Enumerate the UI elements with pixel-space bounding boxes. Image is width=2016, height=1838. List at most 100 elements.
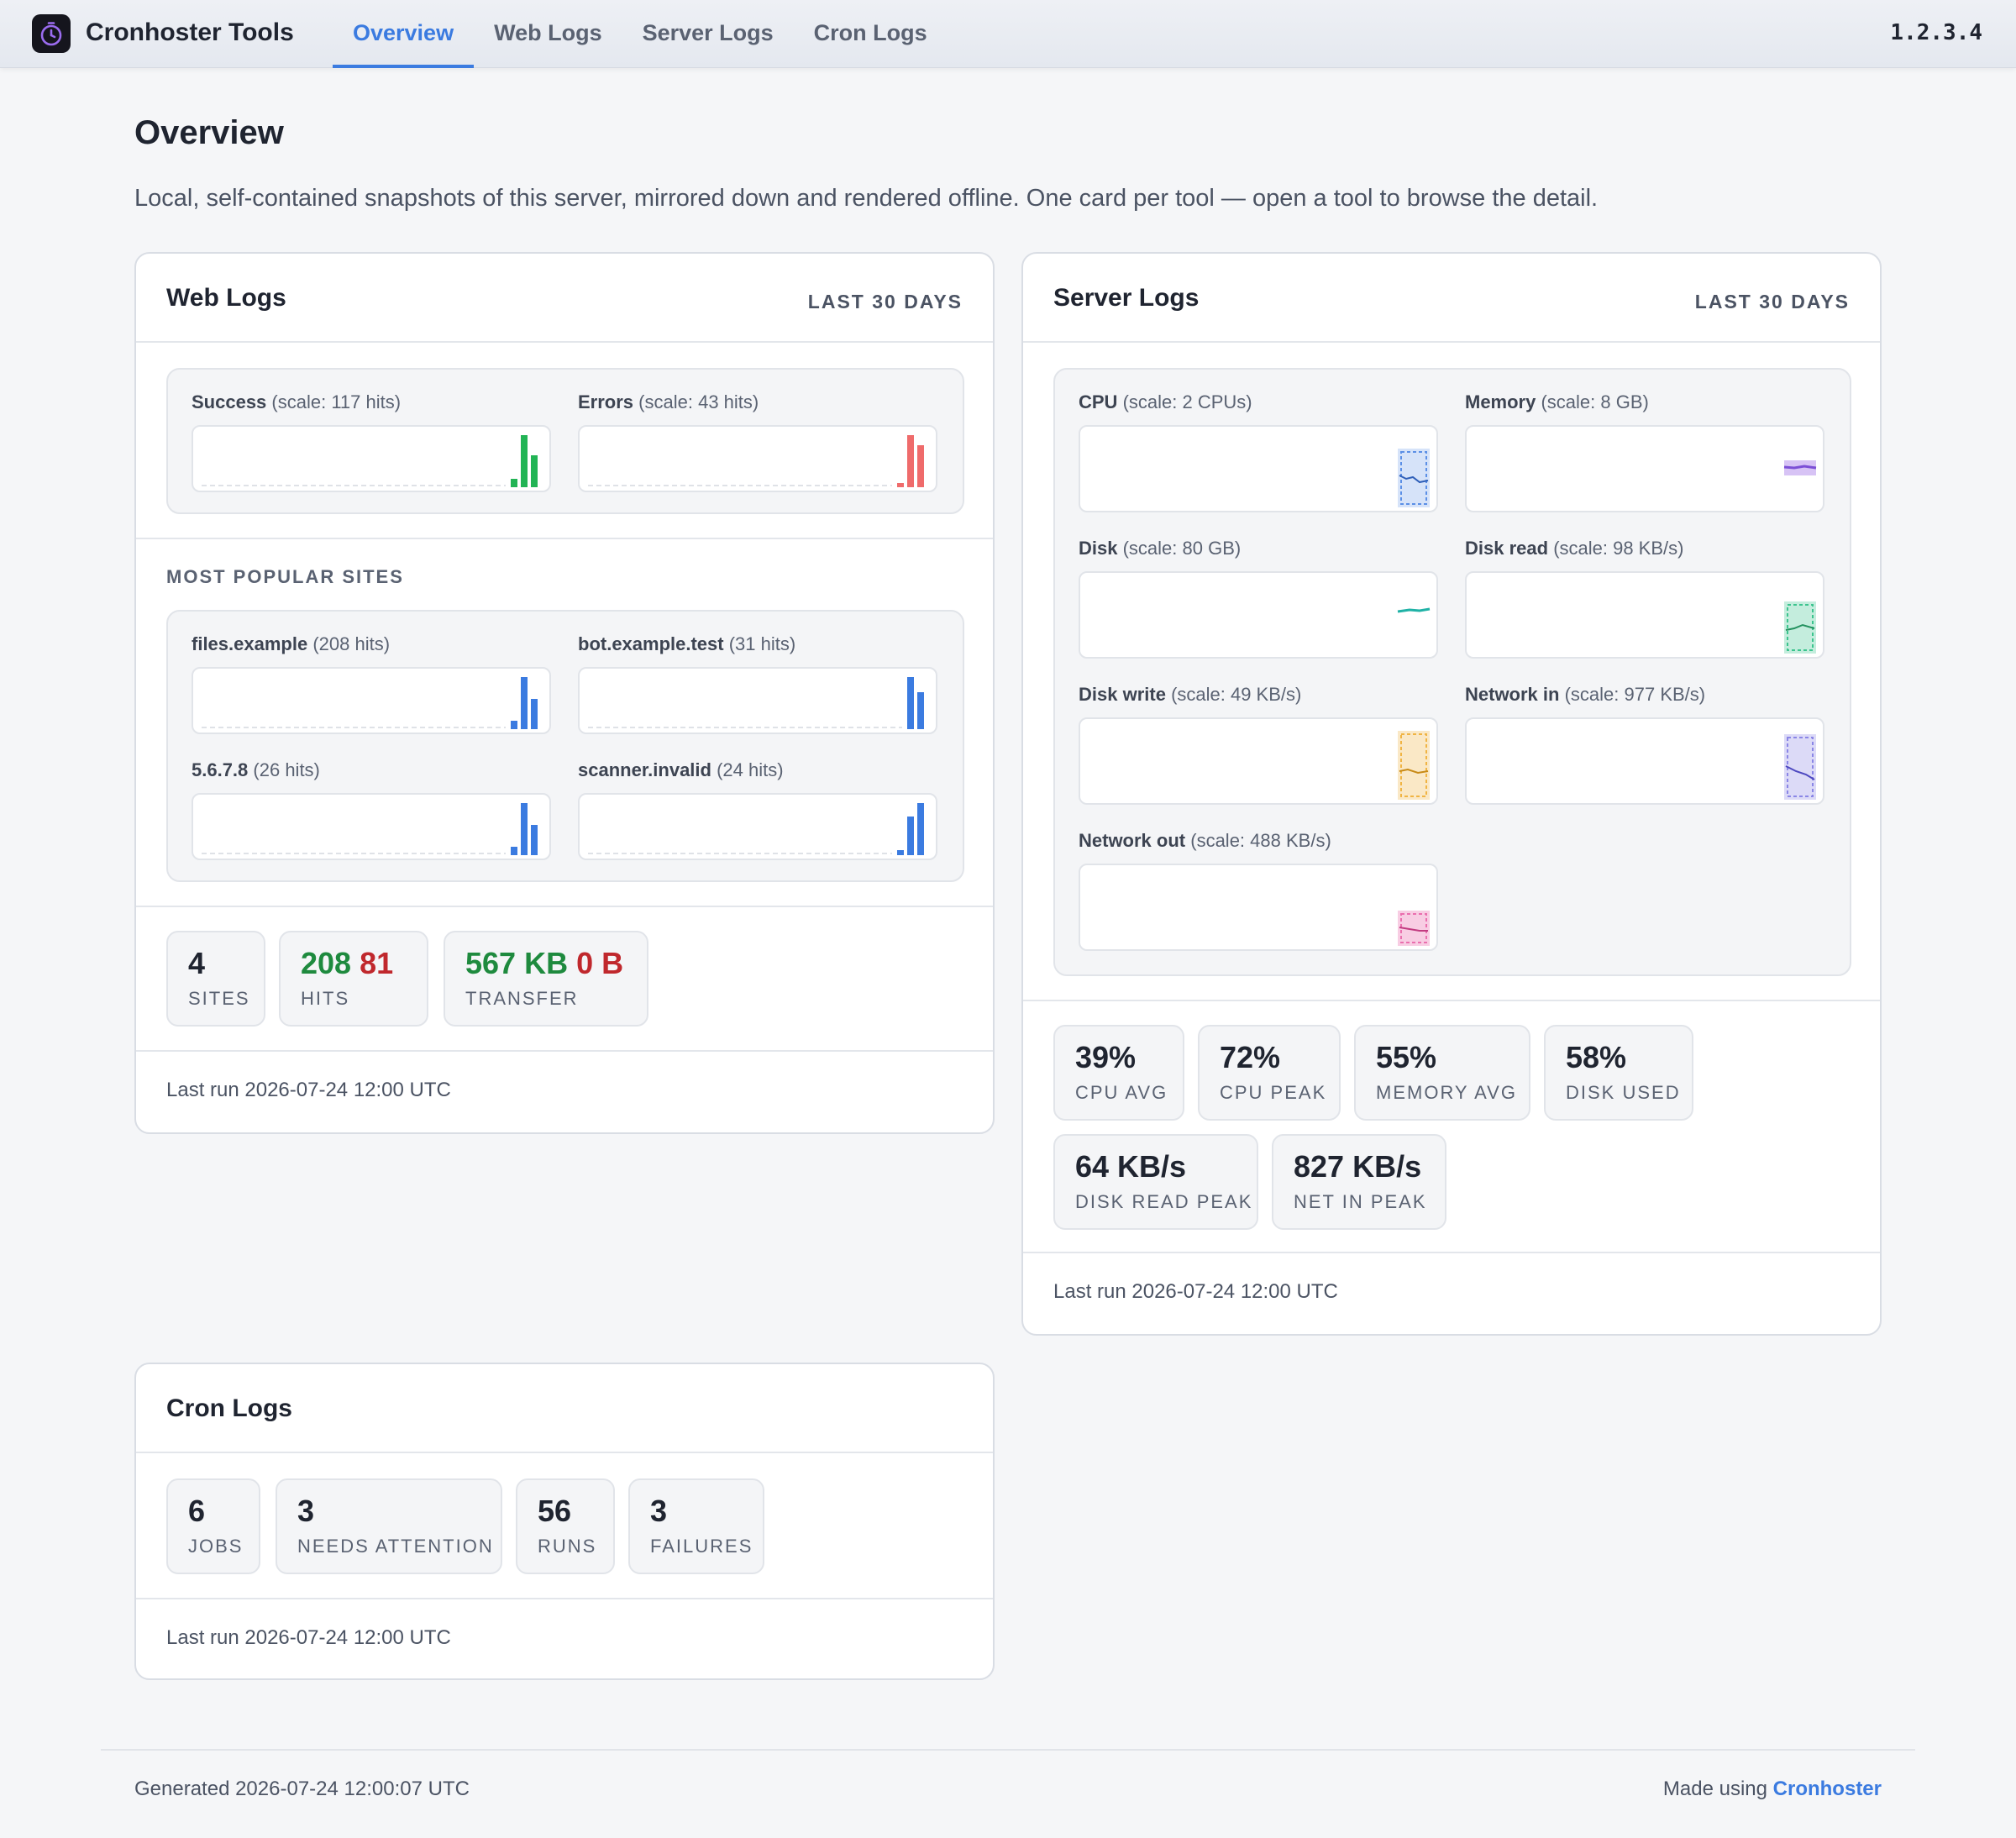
popular-sites-panel: files.example (208 hits) bot.example.tes…	[166, 610, 964, 882]
stopwatch-logo-icon[interactable]	[32, 14, 71, 53]
card-title[interactable]: Web Logs	[166, 284, 286, 312]
last-run: Last run 2026-07-24 12:00 UTC	[166, 1626, 451, 1649]
card-period: LAST 30 DAYS	[1694, 291, 1850, 312]
stat-value: 827 KB/s	[1294, 1149, 1422, 1184]
stat-label: FAILURES	[650, 1536, 753, 1557]
site-sparkline[interactable]	[192, 667, 551, 734]
site-sparkline[interactable]	[578, 793, 937, 860]
stat-value: 208 81	[301, 946, 394, 980]
cpu-sparkline[interactable]	[1079, 425, 1438, 512]
spark-label: scanner.invalid (24 hits)	[578, 759, 784, 780]
spark-bar	[907, 677, 914, 729]
tab-server-logs[interactable]: Server Logs	[622, 0, 794, 68]
failures-stat: 3 FAILURES	[628, 1478, 764, 1574]
stat-label: CPU AVG	[1075, 1082, 1168, 1103]
stat-value: 58%	[1566, 1040, 1627, 1074]
stat-value: 39%	[1075, 1040, 1137, 1074]
version-label: 1.2.3.4	[1890, 20, 1982, 45]
stat-label: JOBS	[188, 1536, 244, 1557]
spark-bar	[531, 825, 538, 855]
cronhoster-link[interactable]: Cronhoster	[1773, 1778, 1882, 1800]
top-bar: Cronhoster Tools Overview Web Logs Serve…	[0, 0, 2016, 68]
memory-sparkline[interactable]	[1465, 425, 1824, 512]
cpu-avg-stat: 39% CPU AVG	[1053, 1025, 1184, 1121]
server-logs-card[interactable]: Server Logs LAST 30 DAYS CPU (scale: 2 C…	[1021, 252, 1882, 1336]
last-run: Last run 2026-07-24 12:00 UTC	[166, 1079, 451, 1101]
tab-web-logs[interactable]: Web Logs	[474, 0, 622, 68]
tab-cron-logs[interactable]: Cron Logs	[794, 0, 948, 68]
disk-sparkline[interactable]	[1079, 571, 1438, 659]
card-header: Cron Logs	[136, 1364, 993, 1453]
spark-label: Disk write (scale: 49 KB/s)	[1079, 684, 1302, 705]
stat-label: DISK READ PEAK	[1075, 1191, 1253, 1212]
footer-credit: Made using Cronhoster	[1663, 1778, 1882, 1801]
spark-label: Network in (scale: 977 KB/s)	[1465, 684, 1706, 705]
tab-overview[interactable]: Overview	[333, 0, 475, 68]
page-intro: Local, self-contained snapshots of this …	[134, 185, 1599, 212]
stat-value: 3	[650, 1494, 668, 1528]
cpu-peak-stat: 72% CPU PEAK	[1198, 1025, 1341, 1121]
web-logs-card[interactable]: Web Logs LAST 30 DAYS Success (scale: 11…	[134, 252, 995, 1134]
jobs-stat: 6 JOBS	[166, 1478, 260, 1574]
spark-bar	[897, 850, 904, 855]
stat-value: 6	[188, 1494, 206, 1528]
spark-label: Disk read (scale: 98 KB/s)	[1465, 538, 1684, 559]
stat-label: RUNS	[538, 1536, 597, 1557]
stat-value: 64 KB/s	[1075, 1149, 1187, 1184]
spark-bar	[511, 847, 517, 855]
stat-value: 3	[297, 1494, 315, 1528]
site-sparkline[interactable]	[578, 667, 937, 734]
disk-write-sparkline[interactable]	[1079, 717, 1438, 805]
spark-label: Success (scale: 117 hits)	[192, 391, 402, 412]
stat-label: TRANSFER	[465, 988, 579, 1009]
card-title[interactable]: Cron Logs	[166, 1394, 292, 1423]
network-in-sparkline[interactable]	[1465, 717, 1824, 805]
spark-bar	[511, 479, 517, 487]
spark-bar	[897, 483, 904, 487]
runs-stat: 56 RUNS	[516, 1478, 615, 1574]
spark-bar	[917, 445, 924, 487]
spark-label: files.example (208 hits)	[192, 633, 391, 654]
transfer-stat: 567 KB 0 B TRANSFER	[444, 931, 648, 1027]
spark-label: bot.example.test (31 hits)	[578, 633, 796, 654]
success-sparkline[interactable]	[192, 425, 551, 492]
spark-area	[1398, 731, 1430, 800]
stat-label: DISK USED	[1566, 1082, 1681, 1103]
sites-stat: 4 SITES	[166, 931, 265, 1027]
spark-label: Disk (scale: 80 GB)	[1079, 538, 1242, 559]
spark-label: Memory (scale: 8 GB)	[1465, 391, 1649, 412]
spark-label: Errors (scale: 43 hits)	[578, 391, 759, 412]
stat-label: CPU PEAK	[1220, 1082, 1327, 1103]
main-nav: Overview Web Logs Server Logs Cron Logs	[333, 0, 948, 68]
spark-bar	[531, 455, 538, 487]
hits-stat: 208 81 HITS	[279, 931, 428, 1027]
footer-credit-text: Made using	[1662, 1778, 1767, 1800]
last-run: Last run 2026-07-24 12:00 UTC	[1053, 1280, 1338, 1303]
spark-label: Network out (scale: 488 KB/s)	[1079, 830, 1331, 851]
stat-label: HITS	[301, 988, 350, 1009]
card-header: Server Logs LAST 30 DAYS	[1023, 254, 1880, 343]
divider	[1023, 1000, 1880, 1001]
traffic-sparklines-panel: Success (scale: 117 hits) Errors (scale:…	[166, 368, 964, 514]
spark-bar	[907, 817, 914, 855]
spark-line	[1783, 465, 1817, 470]
errors-sparkline[interactable]	[578, 425, 937, 492]
spark-line	[1397, 607, 1431, 613]
disk-used-stat: 58% DISK USED	[1544, 1025, 1693, 1121]
stat-value: 4	[188, 946, 206, 980]
spark-label: 5.6.7.8 (26 hits)	[192, 759, 320, 780]
brand-title[interactable]: Cronhoster Tools	[86, 18, 294, 47]
spark-bar	[521, 803, 528, 855]
popular-sites-heading: MOST POPULAR SITES	[166, 566, 404, 587]
resource-sparklines-panel: CPU (scale: 2 CPUs) Memory (scale: 8 GB)…	[1053, 368, 1851, 976]
spark-bar	[907, 435, 914, 487]
cron-logs-card[interactable]: Cron Logs 6 JOBS 3 NEEDS ATTENTION 56 RU…	[134, 1363, 995, 1680]
card-title[interactable]: Server Logs	[1053, 284, 1199, 312]
network-out-sparkline[interactable]	[1079, 864, 1438, 951]
site-sparkline[interactable]	[192, 793, 551, 860]
spark-bar	[917, 692, 924, 729]
spark-bar	[521, 677, 528, 729]
disk-read-sparkline[interactable]	[1465, 571, 1824, 659]
divider	[136, 906, 993, 907]
divider	[136, 538, 993, 539]
